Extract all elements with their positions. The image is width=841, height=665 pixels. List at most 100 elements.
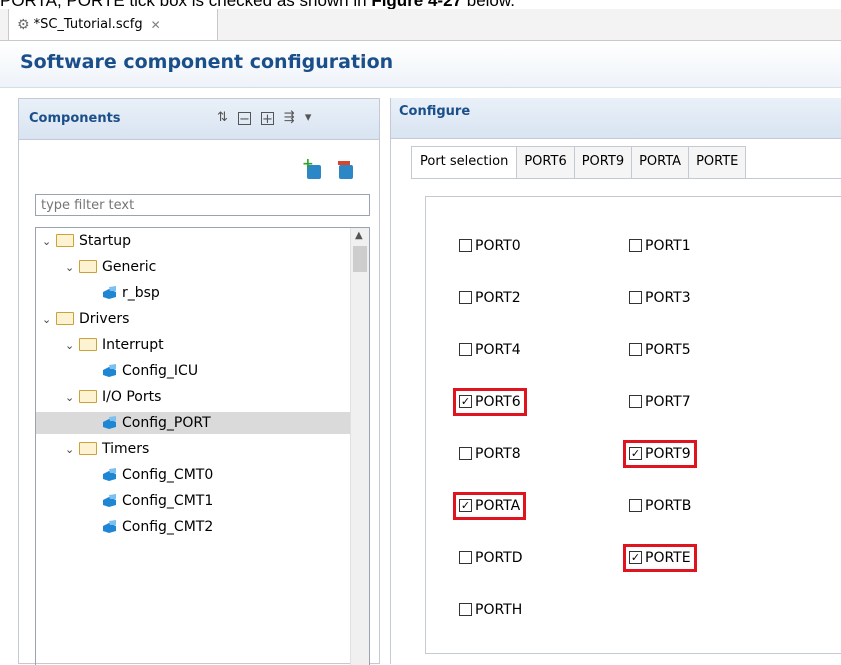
view-menu-chevron-icon[interactable]: ▾ xyxy=(305,111,312,125)
configure-panel: Configure Port selection PORT6 PORT9 PORTA P… xyxy=(390,98,841,664)
scroll-up-icon[interactable]: ▲ xyxy=(355,230,363,241)
port-checkbox-porth[interactable]: PORTH xyxy=(459,599,522,621)
port-checkbox-port7[interactable]: PORT7 xyxy=(629,391,691,413)
checkbox-unchecked-icon[interactable] xyxy=(459,342,472,356)
tab-port9[interactable]: PORT9 xyxy=(573,146,633,178)
port-checkbox-port8[interactable]: PORT8 xyxy=(459,443,521,465)
collapse-all-icon[interactable]: − xyxy=(237,111,251,126)
component-icon xyxy=(103,363,116,377)
port-label: PORTH xyxy=(475,602,523,618)
caption-figure-ref: Figure 4-27 xyxy=(371,0,462,9)
checkbox-checked-icon[interactable]: ✓ xyxy=(459,498,472,512)
component-icon xyxy=(103,285,116,299)
folder-open-icon xyxy=(79,389,97,403)
close-icon[interactable]: ✕ xyxy=(151,18,161,32)
tree-item-label: r_bsp xyxy=(122,285,160,301)
view-mode-icon[interactable]: ⇶ xyxy=(284,111,295,125)
port-checkbox-port5[interactable]: PORT5 xyxy=(629,339,691,361)
port-checkbox-port2[interactable]: PORT2 xyxy=(459,287,521,309)
tab-porte[interactable]: PORTE xyxy=(688,146,747,178)
port-label: PORT2 xyxy=(475,290,521,306)
tree-item[interactable]: Config_CMT0 xyxy=(36,464,369,486)
checkbox-unchecked-icon[interactable] xyxy=(459,550,472,564)
checkbox-unchecked-icon[interactable] xyxy=(629,342,642,356)
tab-port-selection[interactable]: Port selection xyxy=(411,146,518,178)
port-label: PORT6 xyxy=(475,394,521,410)
tree-item[interactable]: ⌄ Interrupt xyxy=(36,334,369,357)
port-checkbox-portb[interactable]: PORTB xyxy=(629,495,691,517)
tree-item[interactable]: ⌄ Startup xyxy=(36,230,358,252)
chevron-down-icon[interactable]: ⌄ xyxy=(65,387,79,409)
chevron-down-icon[interactable]: ⌄ xyxy=(65,335,79,357)
editor-tab-bar: ⚙ *SC_Tutorial.scfg ✕ xyxy=(0,9,841,41)
expand-all-icon[interactable]: + xyxy=(260,111,274,126)
scroll-thumb[interactable] xyxy=(353,246,367,272)
checkbox-unchecked-icon[interactable] xyxy=(629,394,642,408)
folder-open-icon xyxy=(79,441,97,455)
tree-item[interactable]: ⌄ Generic xyxy=(36,256,369,279)
checkbox-checked-icon[interactable]: ✓ xyxy=(629,550,642,564)
document-caption: PORTA, PORTE tick box is checked as show… xyxy=(0,0,841,9)
component-actions xyxy=(302,156,353,179)
folder-open-icon xyxy=(56,233,74,247)
port-checkbox-port6[interactable]: ✓ PORT6 xyxy=(453,388,527,416)
components-header: Components ⇅ − + ⇶ ▾ xyxy=(19,99,379,140)
tree-item[interactable]: Config_ICU xyxy=(36,360,369,382)
port-checkbox-port1[interactable]: PORT1 xyxy=(629,235,691,257)
port-checkbox-porta[interactable]: ✓ PORTA xyxy=(453,492,527,520)
component-icon xyxy=(103,467,116,481)
port-label: PORT9 xyxy=(645,446,691,462)
folder-open-icon xyxy=(79,337,97,351)
tree-item-label: Interrupt xyxy=(102,337,164,353)
tree-item[interactable]: ⌄ I/O Ports xyxy=(36,386,369,409)
components-toolbar: ⇅ − + ⇶ ▾ xyxy=(217,111,312,127)
checkbox-unchecked-icon[interactable] xyxy=(459,602,472,616)
component-icon xyxy=(103,415,116,429)
sort-alpha-icon[interactable]: ⇅ xyxy=(217,111,228,125)
tree-item[interactable]: ⌄ Drivers xyxy=(36,308,358,330)
tree-item[interactable]: Config_CMT1 xyxy=(36,490,369,512)
port-checkbox-port3[interactable]: PORT3 xyxy=(629,287,691,309)
checkbox-unchecked-icon[interactable] xyxy=(459,238,472,252)
chevron-down-icon[interactable]: ⌄ xyxy=(65,257,79,279)
port-checkbox-port9[interactable]: ✓ PORT9 xyxy=(623,440,697,468)
tab-port6[interactable]: PORT6 xyxy=(516,146,575,178)
chevron-down-icon[interactable]: ⌄ xyxy=(65,439,79,461)
port-checkbox-porte[interactable]: ✓ PORTE xyxy=(623,544,697,572)
tree-item[interactable]: r_bsp xyxy=(36,282,369,304)
checkbox-checked-icon[interactable]: ✓ xyxy=(629,446,642,460)
remove-component-icon[interactable] xyxy=(338,161,353,179)
components-panel: Components ⇅ − + ⇶ ▾ ⌄Startup ⌄Generic r_b… xyxy=(18,98,380,665)
chevron-down-icon[interactable]: ⌄ xyxy=(42,231,56,253)
port-label: PORT4 xyxy=(475,342,521,358)
checkbox-unchecked-icon[interactable] xyxy=(629,290,642,304)
editor-tab-sc-tutorial[interactable]: ⚙ *SC_Tutorial.scfg ✕ xyxy=(8,9,218,40)
tree-item[interactable]: Config_CMT2 xyxy=(36,516,369,538)
component-tree: ⌄ Startup ⌄ Generic r_bsp ⌄ Drivers ⌄ Interrupt C… xyxy=(35,227,370,665)
checkbox-unchecked-icon[interactable] xyxy=(629,498,642,512)
checkbox-checked-icon[interactable]: ✓ xyxy=(459,394,472,408)
tree-scrollbar[interactable]: ▲ xyxy=(350,228,369,665)
port-label: PORT5 xyxy=(645,342,691,358)
chevron-down-icon[interactable]: ⌄ xyxy=(42,309,56,331)
tree-item-label: Config_CMT0 xyxy=(122,467,214,483)
checkbox-unchecked-icon[interactable] xyxy=(629,238,642,252)
caption-text: PORTA, PORTE tick box is checked as show… xyxy=(0,0,371,9)
port-checkbox-port4[interactable]: PORT4 xyxy=(459,339,521,361)
configure-tabs: Port selection PORT6 PORT9 PORTA PORTE xyxy=(411,146,841,179)
checkbox-unchecked-icon[interactable] xyxy=(459,446,472,460)
tab-porta[interactable]: PORTA xyxy=(631,146,690,178)
page-header: Software component configuration xyxy=(0,41,841,88)
checkbox-unchecked-icon[interactable] xyxy=(459,290,472,304)
tree-item-label: Config_CMT1 xyxy=(122,493,214,509)
tree-item-label: Timers xyxy=(102,441,150,457)
tree-item[interactable]: Config_PORT xyxy=(36,412,369,434)
add-component-icon[interactable] xyxy=(302,156,321,179)
port-label: PORTA xyxy=(475,498,521,514)
tree-item[interactable]: ⌄ Timers xyxy=(36,438,369,461)
filter-input[interactable] xyxy=(35,194,370,216)
port-checkbox-portd[interactable]: PORTD xyxy=(459,547,523,569)
tree-item-label: I/O Ports xyxy=(102,389,162,405)
port-checkbox-port0[interactable]: PORT0 xyxy=(459,235,521,257)
configure-title: Configure xyxy=(399,104,471,119)
